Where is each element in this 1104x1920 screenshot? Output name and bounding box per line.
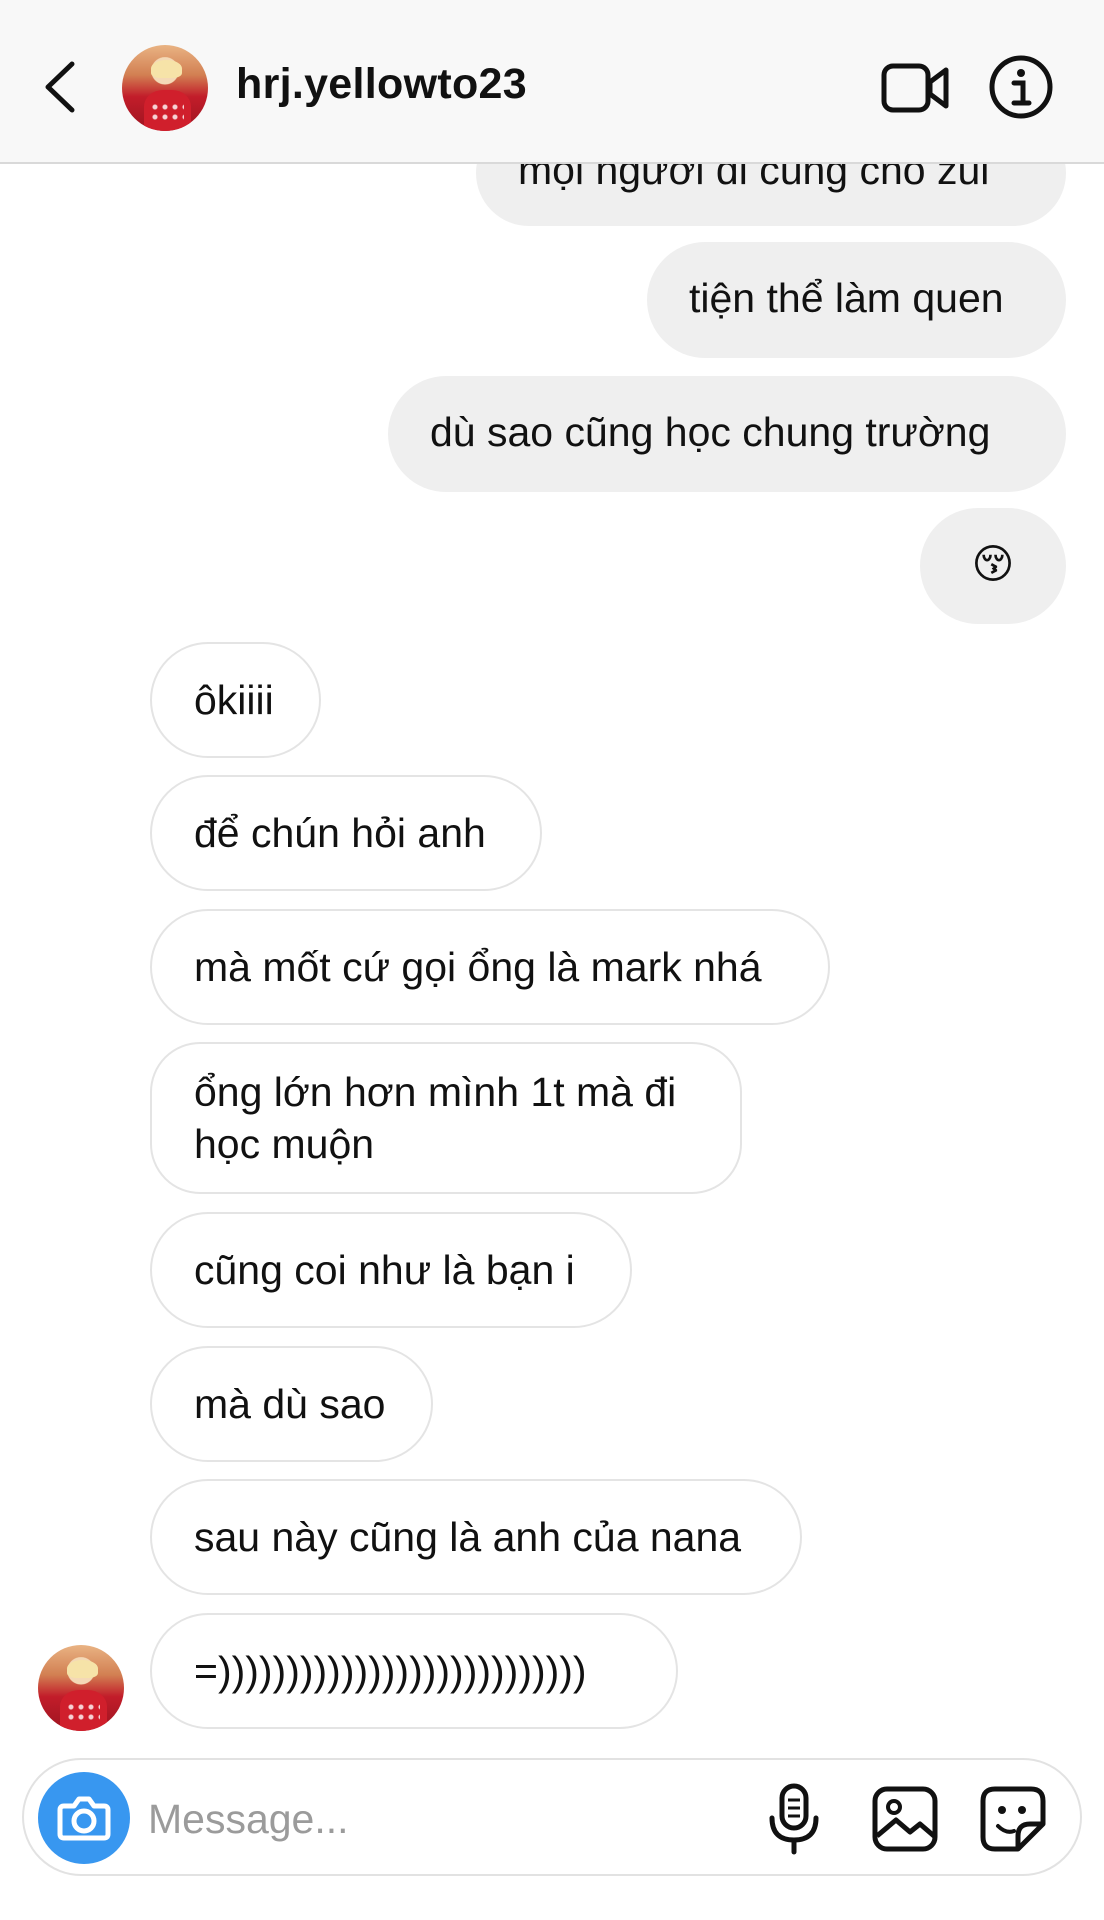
- incoming-message[interactable]: =))))))))))))))))))))))))))): [150, 1613, 678, 1729]
- incoming-message[interactable]: để chún hỏi anh: [150, 775, 542, 891]
- message-composer: [22, 1758, 1082, 1876]
- camera-icon: [57, 1796, 111, 1841]
- back-button[interactable]: [36, 52, 86, 122]
- incoming-message[interactable]: sau này cũng là anh của nana: [150, 1479, 802, 1595]
- sticker-icon: [980, 1786, 1046, 1852]
- microphone-icon: [769, 1783, 819, 1855]
- chat-header: hrj.yellowto23: [0, 0, 1104, 164]
- incoming-message[interactable]: cũng coi như là bạn i: [150, 1212, 632, 1328]
- incoming-message[interactable]: mà dù sao: [150, 1346, 433, 1462]
- avatar[interactable]: [122, 45, 208, 131]
- username[interactable]: hrj.yellowto23: [236, 60, 527, 109]
- chevron-left-icon: [45, 61, 75, 113]
- info-icon: [989, 55, 1053, 119]
- sender-avatar[interactable]: [38, 1645, 124, 1731]
- outgoing-message[interactable]: tiện thể làm quen: [647, 242, 1066, 358]
- camera-button[interactable]: [38, 1772, 130, 1864]
- incoming-message[interactable]: ổng lớn hơn mình 1t mà đi học muộn: [150, 1042, 742, 1194]
- sticker-button[interactable]: [978, 1784, 1048, 1854]
- gallery-icon: [872, 1786, 938, 1852]
- incoming-message[interactable]: mà mốt cứ gọi ổng là mark nhá: [150, 909, 830, 1025]
- video-call-button[interactable]: [880, 58, 950, 118]
- microphone-button[interactable]: [764, 1782, 824, 1856]
- incoming-message[interactable]: ôkiiii: [150, 642, 321, 758]
- message-input[interactable]: [146, 1788, 630, 1850]
- outgoing-message[interactable]: 😚: [920, 508, 1066, 624]
- video-call-icon: [881, 63, 949, 113]
- info-button[interactable]: [988, 54, 1054, 120]
- gallery-button[interactable]: [870, 1784, 940, 1854]
- outgoing-message[interactable]: dù sao cũng học chung trường: [388, 376, 1066, 492]
